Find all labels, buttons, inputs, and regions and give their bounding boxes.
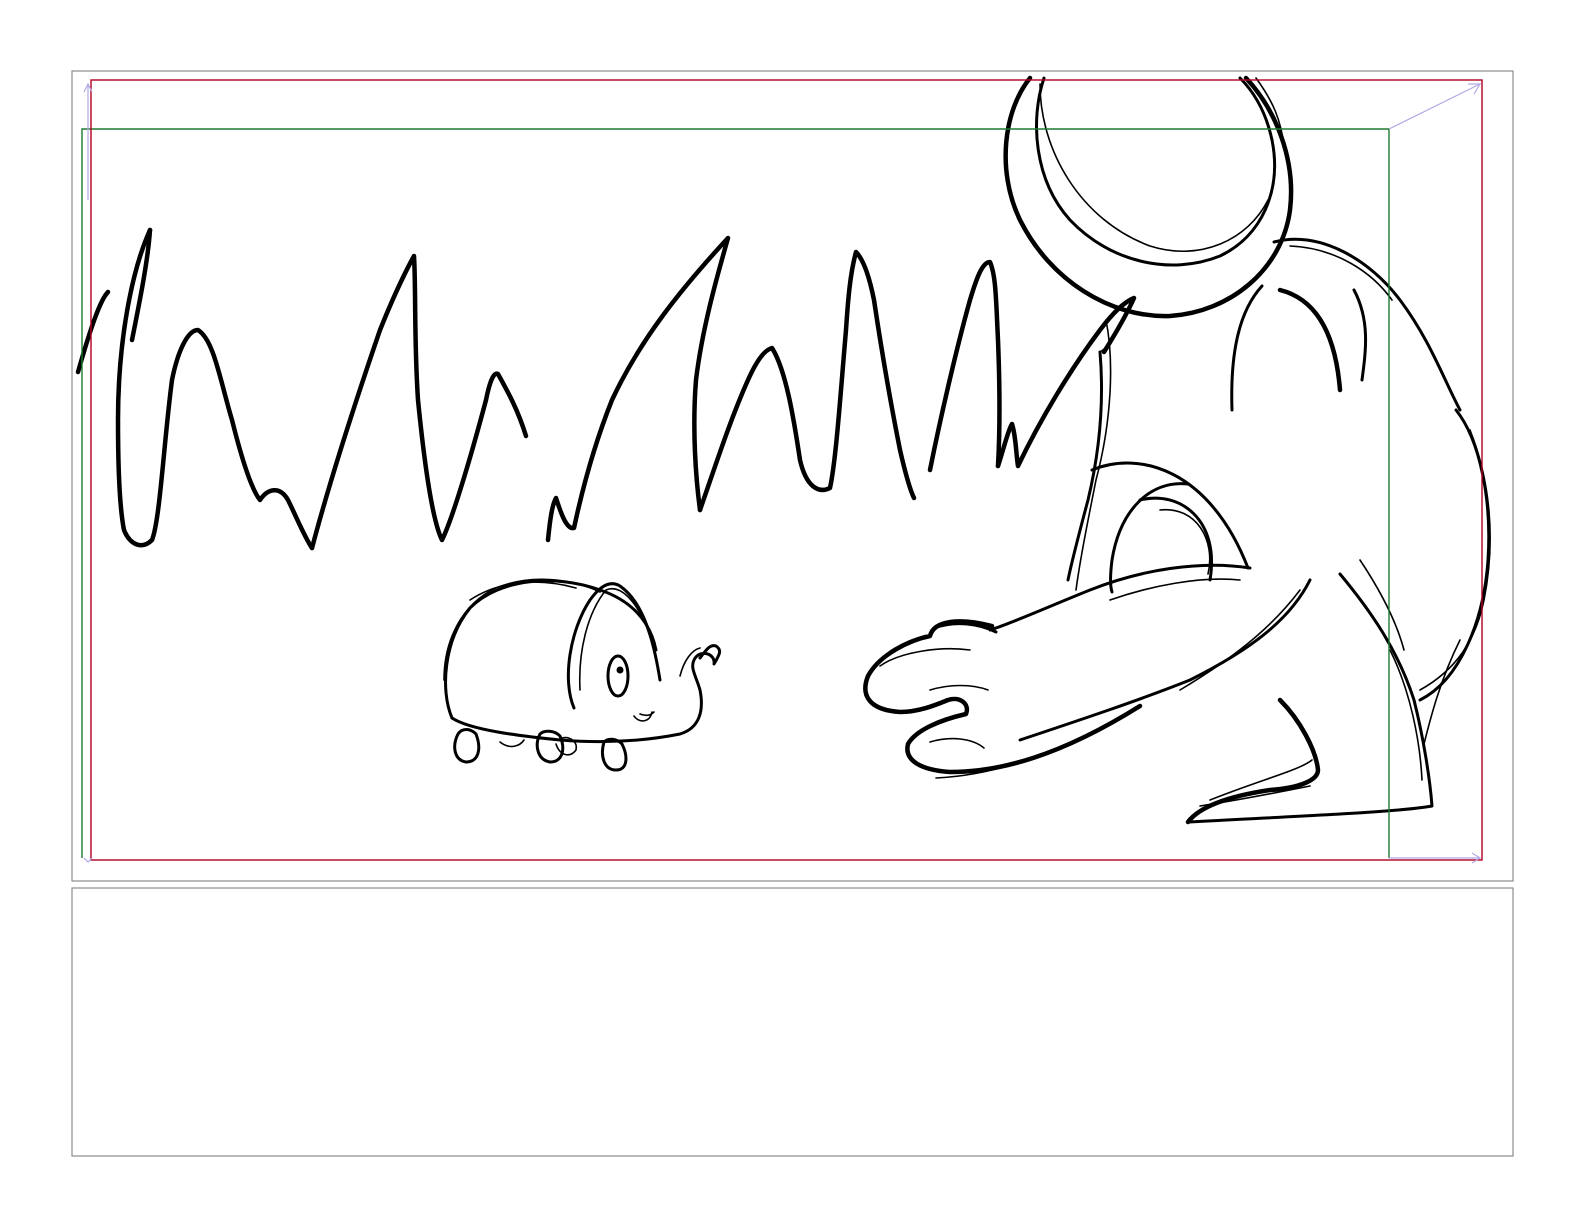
panel-1-frame[interactable]	[71, 70, 1514, 882]
storyboard-page	[0, 0, 1584, 1224]
storyboard-sheet	[71, 70, 1514, 1157]
panel-2-frame[interactable]	[71, 887, 1514, 1157]
